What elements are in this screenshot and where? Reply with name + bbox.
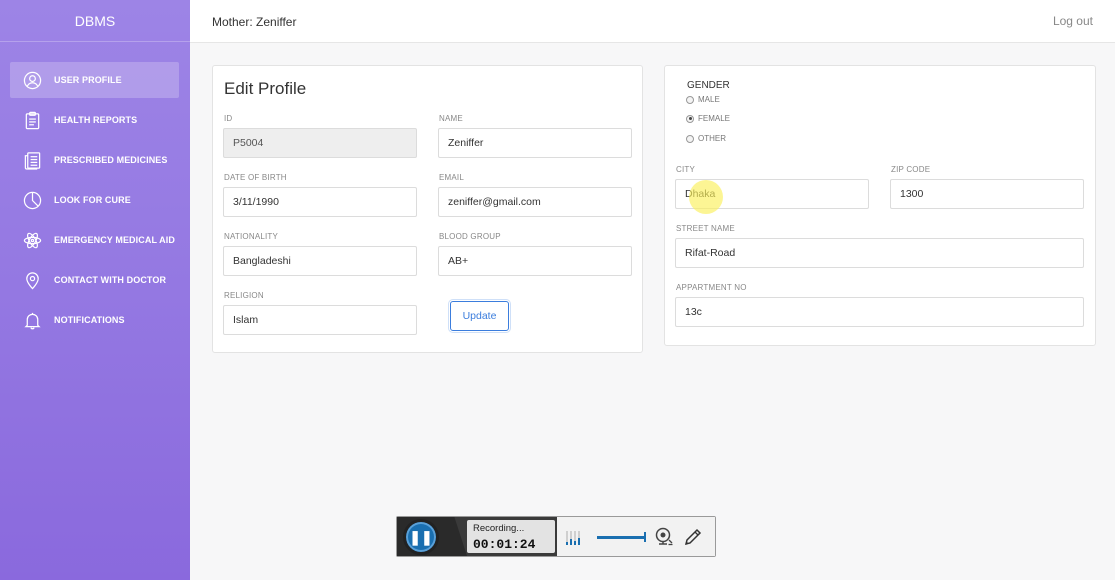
sidebar-item-label: HEALTH REPORTS [54, 115, 138, 125]
brand-logo: DBMS [0, 0, 190, 42]
pen-icon[interactable] [683, 527, 703, 547]
sidebar-item-user-profile[interactable]: USER PROFILE [10, 62, 179, 98]
map-pin-icon [22, 270, 42, 290]
radio-button[interactable] [686, 95, 694, 104]
volume-slider[interactable] [597, 532, 646, 542]
gender-radio-female[interactable]: FEMALE [686, 114, 730, 123]
sidebar-item-label: NOTIFICATIONS [54, 315, 125, 325]
blood-group-field[interactable]: AB+ [438, 246, 632, 276]
gender-option-label: OTHER [698, 134, 726, 143]
gender-label: GENDER [687, 80, 730, 91]
id-label: ID [224, 114, 233, 123]
name-field[interactable]: Zeniffer [438, 128, 632, 158]
atom-icon [22, 230, 42, 250]
email-label: EMAIL [439, 173, 465, 182]
recorder-tools [557, 517, 715, 556]
sidebar: DBMS USER PROFILE HEALTH REPORTS PRESCRI… [0, 0, 190, 580]
pause-button[interactable]: ❚❚ [403, 519, 439, 555]
apartment-field[interactable]: 13c [675, 297, 1084, 327]
dob-field[interactable]: 3/11/1990 [223, 187, 417, 217]
city-field[interactable]: Dhaka [675, 179, 869, 209]
sidebar-item-emergency-medical-aid[interactable]: EMERGENCY MEDICAL AID [10, 222, 179, 258]
sidebar-item-label: CONTACT WITH DOCTOR [54, 275, 167, 285]
street-label: STREET NAME [676, 224, 735, 233]
sidebar-item-notifications[interactable]: NOTIFICATIONS [10, 302, 179, 338]
sidebar-item-contact-with-doctor[interactable]: CONTACT WITH DOCTOR [10, 262, 179, 298]
sidebar-item-label: EMERGENCY MEDICAL AID [54, 235, 175, 245]
document-list-icon [22, 150, 42, 170]
gender-option-label: MALE [698, 95, 720, 104]
address-card: GENDER MALE FEMALE OTHER CITY Dhaka ZIP … [664, 65, 1096, 346]
screen-recorder-toolbar: ❚❚ Recording... 00:01:24 [396, 516, 716, 557]
id-field[interactable]: P5004 [223, 128, 417, 158]
zip-field[interactable]: 1300 [890, 179, 1084, 209]
nationality-label: NATIONALITY [224, 232, 279, 241]
edit-profile-heading: Edit Profile [224, 79, 307, 98]
top-bar: Mother: Zeniffer Log out [190, 0, 1115, 43]
dob-label: DATE OF BIRTH [224, 173, 287, 182]
bell-icon [22, 310, 42, 330]
sidebar-item-label: LOOK FOR CURE [54, 195, 131, 205]
sidebar-item-label: PRESCRIBED MEDICINES [54, 155, 168, 165]
sidebar-nav: USER PROFILE HEALTH REPORTS PRESCRIBED M… [0, 42, 190, 338]
pause-icon: ❚❚ [409, 528, 433, 545]
religion-field[interactable]: Islam [223, 305, 417, 335]
zip-label: ZIP CODE [891, 165, 931, 174]
name-label: NAME [439, 114, 463, 123]
street-field[interactable]: Rifat-Road [675, 238, 1084, 268]
apartment-label: APPARTMENT NO [676, 283, 747, 292]
recording-timer: 00:01:24 [473, 537, 536, 552]
gender-radio-other[interactable]: OTHER [686, 134, 726, 143]
audio-levels-icon[interactable] [565, 529, 583, 547]
gender-radio-male[interactable]: MALE [686, 95, 720, 104]
sidebar-item-label: USER PROFILE [54, 75, 122, 85]
radio-button[interactable] [686, 114, 694, 123]
page-title: Mother: Zeniffer [212, 15, 297, 29]
clipboard-icon [22, 110, 42, 130]
religion-label: RELIGION [224, 291, 264, 300]
pie-chart-icon [22, 190, 42, 210]
update-button[interactable]: Update [450, 301, 509, 331]
city-label: CITY [676, 165, 696, 174]
edit-profile-card: Edit Profile ID P5004 NAME Zeniffer DATE… [212, 65, 643, 353]
nationality-field[interactable]: Bangladeshi [223, 246, 417, 276]
webcam-icon[interactable] [654, 527, 674, 547]
sidebar-item-prescribed-medicines[interactable]: PRESCRIBED MEDICINES [10, 142, 179, 178]
blood-group-label: BLOOD GROUP [439, 232, 501, 241]
gender-option-label: FEMALE [698, 114, 731, 123]
logout-link[interactable]: Log out [1053, 14, 1093, 28]
sidebar-item-health-reports[interactable]: HEALTH REPORTS [10, 102, 179, 138]
user-circle-icon [22, 70, 42, 90]
email-field[interactable]: zeniffer@gmail.com [438, 187, 632, 217]
radio-button[interactable] [686, 134, 694, 143]
recording-status: Recording... [473, 523, 525, 534]
recording-status-panel: Recording... 00:01:24 [467, 520, 555, 553]
sidebar-item-look-for-cure[interactable]: LOOK FOR CURE [10, 182, 179, 218]
